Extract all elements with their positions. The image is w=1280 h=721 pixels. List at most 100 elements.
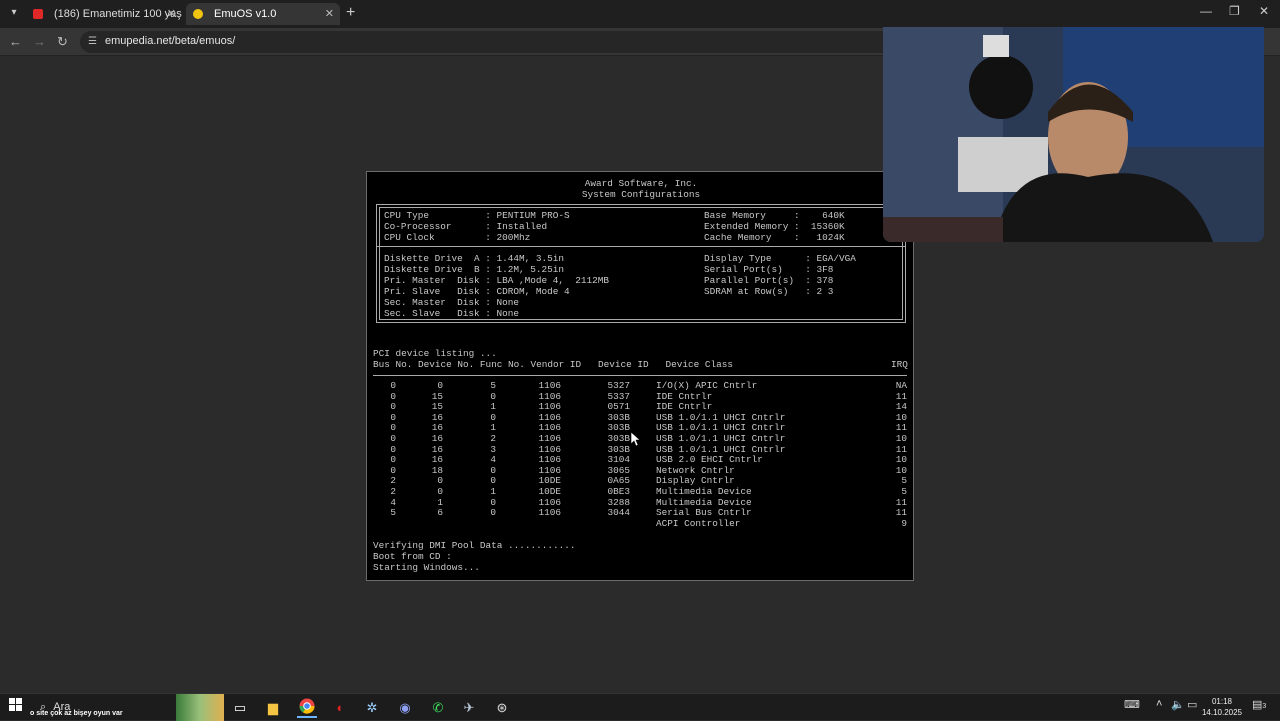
pci-cell-device: 3044 [607, 507, 630, 519]
youtube-icon [33, 9, 43, 19]
emuos-icon [193, 9, 203, 19]
display-type-line: Display Type : EGA/VGA [704, 253, 856, 264]
chevron-up-icon[interactable]: ˄ [1156, 698, 1162, 710]
reload-icon[interactable]: ↻ [57, 34, 68, 50]
restore-icon[interactable]: ❐ [1229, 4, 1240, 18]
pci-cell-dev: 0 [437, 380, 443, 391]
pci-cell-device-class: USB 1.0/1.1 UHCI Cntrlr [656, 433, 786, 444]
pci-cell-device: 5327 [607, 380, 630, 391]
app-icon[interactable]: ⊛ [492, 698, 512, 718]
pri-master-line: Pri. Master Disk : LBA ,Mode 4, 2112MB [384, 275, 610, 286]
whatsapp-icon[interactable]: ✆ [428, 698, 448, 718]
pci-divider [373, 375, 907, 376]
config-divider [377, 246, 905, 247]
pci-cell-bus: 5 [390, 507, 396, 519]
network-icon[interactable]: ▭ [1187, 698, 1197, 711]
tab-emanetimiz[interactable]: (186) Emanetimiz 100 yaşında ✕ [26, 3, 182, 25]
pci-column-headers: Bus No. Device No. Func No. Vendor ID De… [373, 359, 734, 370]
pci-cell-dev: 6 [437, 507, 443, 519]
pci-cell-device: 0BE3 [607, 486, 630, 497]
pci-cell-vendor: 10DE [538, 486, 561, 497]
bios-vendor: Award Software, Inc. [584, 178, 698, 189]
browser-tab-bar: ▾ (186) Emanetimiz 100 yaşında ✕ EmuOS v… [0, 0, 1280, 28]
pci-cell-bus: 2 [390, 486, 396, 497]
webcam-image [883, 27, 1264, 242]
sec-slave-line: Sec. Slave Disk : None [384, 308, 520, 319]
file-explorer-icon[interactable]: ▆ [263, 698, 283, 718]
tab-title: EmuOS v1.0 [214, 8, 277, 20]
taskbar-clock[interactable]: 01:18 14.10.2025 [1198, 696, 1246, 718]
volume-icon[interactable]: 🔈 [1171, 698, 1185, 711]
pci-cell-vendor: 1106 [538, 380, 561, 391]
diskette-b-line: Diskette Drive B : 1.2M, 5.25in [384, 264, 565, 275]
pci-cell-irq: NA [895, 380, 907, 391]
base-memory-line: Base Memory : 640K [704, 210, 845, 221]
cache-memory-line: Cache Memory : 1024K [704, 232, 845, 243]
cpu-clock-line: CPU Clock : 200Mhz [384, 232, 531, 243]
boot-cd-line: Boot from CD : [373, 551, 452, 562]
tab-search-button[interactable]: ▾ [6, 5, 22, 21]
clock-time: 01:18 [1211, 697, 1233, 706]
pci-cell-irq: 9 [901, 517, 907, 529]
pci-heading: PCI device listing ... [373, 348, 497, 359]
serial-ports-line: Serial Port(s) : 3F8 [704, 264, 834, 275]
opera-icon[interactable]: ◖ [329, 698, 349, 718]
sdram-line: SDRAM at Row(s) : 2 3 [704, 286, 834, 297]
coprocessor-line: Co-Processor : Installed [384, 221, 548, 232]
pci-cell-func: 5 [490, 380, 496, 391]
search-highlight-icon[interactable] [176, 694, 224, 721]
extended-memory-line: Extended Memory : 15360K [704, 221, 845, 232]
chrome-icon[interactable] [297, 698, 317, 718]
pci-irq-header: IRQ [891, 359, 908, 370]
tab-title: (186) Emanetimiz 100 yaşında [54, 8, 182, 20]
clock-date: 14.10.2025 [1201, 708, 1243, 717]
pci-cell-irq: 5 [901, 486, 907, 497]
pci-cell-bus: 0 [390, 380, 396, 391]
steam-icon[interactable]: ✈ [459, 698, 479, 718]
minimize-icon[interactable]: — [1200, 4, 1212, 18]
settings-icon[interactable]: ✲ [362, 698, 382, 718]
close-tab-icon[interactable]: ✕ [325, 3, 334, 25]
pci-cell-func: 0 [490, 507, 496, 519]
pci-cell-func: 1 [490, 486, 496, 497]
pci-cell-func: 2 [490, 433, 496, 444]
bios-title: System Configurations [581, 189, 701, 200]
pci-cell-dev: 0 [437, 486, 443, 497]
dmi-verify-line: Verifying DMI Pool Data ............ [373, 540, 576, 551]
pci-cell-device-class: Multimedia Device [656, 486, 752, 497]
pri-slave-line: Pri. Slave Disk : CDROM, Mode 4 [384, 286, 570, 297]
tab-emuos[interactable]: EmuOS v1.0 ✕ [186, 3, 340, 25]
diskette-a-line: Diskette Drive A : 1.44M, 3.5in [384, 253, 565, 264]
system-config-box: CPU Type : PENTIUM PRO-S Co-Processor : … [376, 204, 906, 323]
notification-count: 3 [1262, 703, 1267, 710]
windows-start-icon[interactable] [6, 698, 26, 718]
starting-windows-line: Starting Windows... [373, 562, 480, 573]
parallel-ports-line: Parallel Port(s) : 378 [704, 275, 834, 286]
back-icon[interactable]: ← [9, 34, 22, 50]
pci-cell-vendor: 1106 [538, 507, 561, 519]
windows-taskbar: ⌕ Ara o site çok az bişey oyun var ▭ ▆ ◖… [0, 693, 1280, 721]
pci-cell-irq: 10 [895, 433, 907, 444]
mouse-cursor-icon [631, 432, 641, 446]
webcam-overlay [883, 27, 1264, 242]
keyboard-layout-icon[interactable]: ⌨ [1124, 698, 1140, 711]
pci-cell-device-class: I/O(X) APIC Cntrlr [656, 380, 758, 391]
cpu-type-line: CPU Type : PENTIUM PRO-S [384, 210, 570, 221]
close-window-icon[interactable]: ✕ [1259, 4, 1269, 18]
bios-screen[interactable]: Award Software, Inc. System Configuratio… [366, 171, 914, 581]
notification-icon[interactable]: ▤3 [1252, 698, 1266, 711]
pci-cell-bus: 0 [390, 433, 396, 444]
new-tab-button[interactable]: + [346, 4, 355, 22]
discord-icon[interactable]: ◉ [395, 698, 415, 718]
url-text: emupedia.net/beta/emuos/ [105, 35, 236, 47]
pci-cell-dev: 16 [431, 433, 443, 444]
sec-master-line: Sec. Master Disk : None [384, 297, 520, 308]
site-info-icon[interactable]: ☰ [88, 36, 97, 47]
pci-cell-vendor: 1106 [538, 433, 561, 444]
forward-icon[interactable]: → [33, 34, 46, 50]
pci-cell-device-class: ACPI Controller [656, 517, 741, 529]
close-tab-icon[interactable]: ✕ [167, 3, 176, 25]
task-view-icon[interactable]: ▭ [230, 698, 250, 718]
ticker-text: o site çok az bişey oyun var [30, 710, 123, 717]
pci-cell-device: 303B [607, 433, 630, 444]
